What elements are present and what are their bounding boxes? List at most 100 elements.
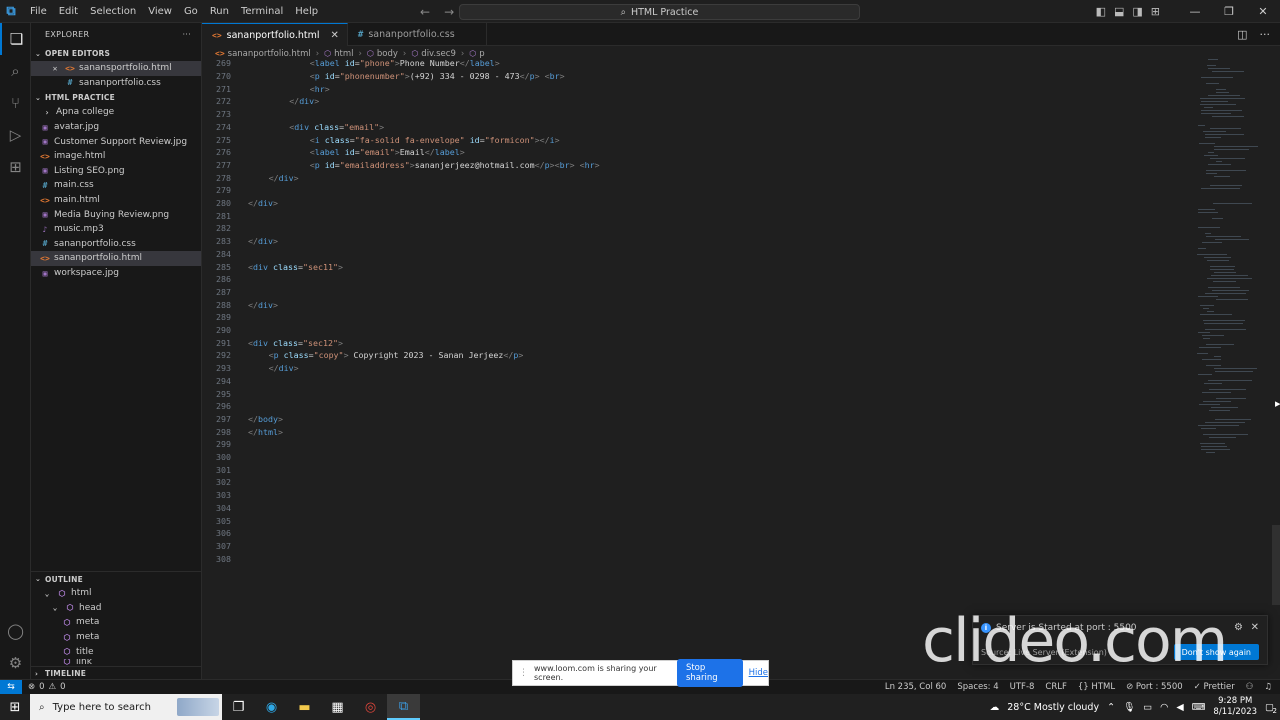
- menu-file[interactable]: File: [24, 0, 53, 23]
- code-line[interactable]: 300: [202, 451, 1192, 464]
- menu-selection[interactable]: Selection: [84, 0, 142, 23]
- toggle-panel-icon[interactable]: ⬓: [1114, 5, 1124, 18]
- code-line[interactable]: 284: [202, 248, 1192, 261]
- code-line[interactable]: 280 </div>: [202, 197, 1192, 210]
- code-line[interactable]: 285 <div class="sec11">: [202, 260, 1192, 273]
- outline-item[interactable]: ⬡ link: [31, 659, 202, 665]
- extensions-icon[interactable]: ⊞: [0, 151, 31, 183]
- code-line[interactable]: 306: [202, 527, 1192, 540]
- dont-show-again-button[interactable]: Don't show again: [1173, 644, 1259, 660]
- microsoft-store-icon[interactable]: ▦: [321, 694, 354, 720]
- file-item[interactable]: <> main.html: [31, 193, 201, 208]
- explorer-icon[interactable]: ❏: [0, 23, 31, 55]
- outline-item[interactable]: ⬡ meta: [31, 630, 202, 645]
- minimize-button[interactable]: —: [1178, 0, 1212, 23]
- remote-indicator-icon[interactable]: ⇆: [0, 679, 22, 695]
- prettier-status[interactable]: ✓ Prettier: [1194, 682, 1235, 692]
- file-item[interactable]: ▣ Media Buying Review.png: [31, 207, 201, 222]
- windows-start-icon[interactable]: ⊞: [0, 694, 30, 720]
- folder-item[interactable]: › Apna college: [31, 105, 201, 120]
- file-item[interactable]: ▣ Customer Support Review.jpg: [31, 134, 201, 149]
- hide-link[interactable]: Hide: [749, 668, 768, 678]
- toggle-sidebar-icon[interactable]: ◧: [1096, 5, 1106, 18]
- code-line[interactable]: 294: [202, 375, 1192, 388]
- open-editor-item[interactable]: ✕ <> sanansportfolio.html: [31, 61, 201, 76]
- restore-button[interactable]: ❐: [1212, 0, 1246, 23]
- cursor-position[interactable]: Ln 235, Col 60: [885, 682, 946, 692]
- line-ending[interactable]: CRLF: [1045, 682, 1066, 692]
- close-window-button[interactable]: ✕: [1246, 0, 1280, 23]
- outline-item[interactable]: ⌄ ⬡ head: [31, 601, 202, 616]
- code-line[interactable]: 275 <i class="fa-solid fa-envelope" id="f…: [202, 133, 1192, 146]
- code-line[interactable]: 302: [202, 476, 1192, 489]
- code-line[interactable]: 270 <p id="phonenumber">(+92) 334 - 0298 …: [202, 70, 1192, 83]
- weather-text[interactable]: 28°C Mostly cloudy: [1007, 702, 1099, 713]
- indentation[interactable]: Spaces: 4: [957, 682, 998, 692]
- code-line[interactable]: 290: [202, 324, 1192, 337]
- code-line[interactable]: 273: [202, 108, 1192, 121]
- stop-sharing-button[interactable]: Stop sharing: [676, 659, 743, 687]
- file-explorer-icon[interactable]: ▬: [288, 694, 321, 720]
- outline-header[interactable]: ⌄ OUTLINE: [31, 571, 202, 586]
- vscode-taskbar-icon[interactable]: ⧉: [387, 694, 420, 720]
- code-line[interactable]: 304: [202, 502, 1192, 515]
- code-line[interactable]: 297 </body>: [202, 413, 1192, 426]
- volume-icon[interactable]: ◀: [1176, 702, 1183, 713]
- tab-sananportfolio-html[interactable]: <> sananportfolio.html ✕: [202, 23, 348, 46]
- code-line[interactable]: 296: [202, 400, 1192, 413]
- more-actions-icon[interactable]: ···: [182, 30, 191, 39]
- code-editor[interactable]: 269 <label id="phone">Phone Number</label…: [202, 57, 1192, 677]
- language-mode[interactable]: {} HTML: [1078, 682, 1115, 692]
- code-line[interactable]: 295: [202, 387, 1192, 400]
- back-arrow-icon[interactable]: ←: [420, 5, 430, 19]
- code-line[interactable]: 279: [202, 184, 1192, 197]
- file-item[interactable]: ♪ music.mp3: [31, 222, 201, 237]
- problems-indicator[interactable]: ⊗ 0 ⚠ 0: [28, 682, 66, 692]
- menu-view[interactable]: View: [142, 0, 178, 23]
- menu-terminal[interactable]: Terminal: [235, 0, 289, 23]
- task-view-icon[interactable]: ❐: [222, 694, 255, 720]
- microphone-icon[interactable]: 🎙: [1123, 702, 1135, 713]
- file-item[interactable]: ▣ workspace.jpg: [31, 266, 201, 281]
- source-control-icon[interactable]: ⑂: [0, 87, 31, 119]
- outline-item[interactable]: ⬡ meta: [31, 615, 202, 630]
- outline-item[interactable]: ⬡ title: [31, 644, 202, 659]
- code-line[interactable]: 292 <p class="copy"> Copyright 2023 - San…: [202, 349, 1192, 362]
- customize-layout-icon[interactable]: ⊞: [1151, 5, 1160, 18]
- open-editors-header[interactable]: ⌄ OPEN EDITORS: [31, 46, 201, 61]
- split-editor-icon[interactable]: ◫: [1237, 28, 1247, 41]
- menu-run[interactable]: Run: [204, 0, 235, 23]
- file-item[interactable]: <> image.html: [31, 149, 201, 164]
- code-line[interactable]: 291 <div class="sec12">: [202, 336, 1192, 349]
- tab-sananportfolio-css[interactable]: # sananportfolio.css: [348, 23, 487, 46]
- more-actions-icon[interactable]: ···: [1260, 28, 1271, 41]
- code-line[interactable]: 288 </div>: [202, 298, 1192, 311]
- scrollbar-thumb[interactable]: [1272, 525, 1280, 605]
- menu-help[interactable]: Help: [289, 0, 324, 23]
- notification-center-icon[interactable]: ▢ 2: [1265, 702, 1277, 715]
- settings-gear-icon[interactable]: ⚙: [0, 647, 31, 679]
- account-icon[interactable]: ◯: [0, 615, 31, 647]
- menu-edit[interactable]: Edit: [53, 0, 84, 23]
- network-icon[interactable]: ▭: [1143, 702, 1152, 713]
- code-line[interactable]: 307: [202, 540, 1192, 553]
- clock[interactable]: 9:28 PM 8/11/2023: [1213, 696, 1257, 718]
- code-line[interactable]: 271 <hr>: [202, 82, 1192, 95]
- code-line[interactable]: 299: [202, 438, 1192, 451]
- close-icon[interactable]: ✕: [1251, 622, 1259, 633]
- code-line[interactable]: 281: [202, 209, 1192, 222]
- code-line[interactable]: 286: [202, 273, 1192, 286]
- feedback-icon[interactable]: ⚇: [1246, 682, 1254, 692]
- edge-browser-icon[interactable]: ◉: [255, 694, 288, 720]
- code-line[interactable]: 276 <label id="email">Email</label>: [202, 146, 1192, 159]
- close-icon[interactable]: ✕: [49, 64, 61, 73]
- live-server-port[interactable]: ⊘ Port : 5500: [1126, 682, 1183, 692]
- keyboard-icon[interactable]: ⌨: [1192, 702, 1206, 713]
- taskbar-search-input[interactable]: ⌕ Type here to search: [30, 694, 222, 720]
- workspace-header[interactable]: ⌄ HTML PRACTICE: [31, 90, 201, 105]
- file-item[interactable]: # main.css: [31, 178, 201, 193]
- code-line[interactable]: 289: [202, 311, 1192, 324]
- encoding[interactable]: UTF-8: [1010, 682, 1035, 692]
- outline-item[interactable]: ⌄ ⬡ html: [31, 586, 202, 601]
- chevron-up-icon[interactable]: ⌃: [1107, 702, 1115, 713]
